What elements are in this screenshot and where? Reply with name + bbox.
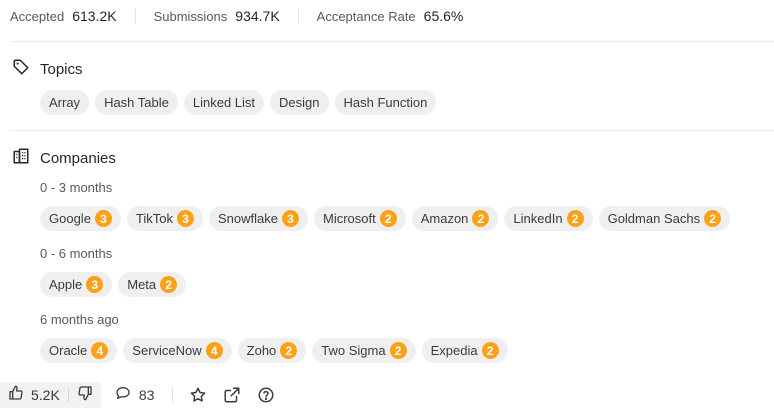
stat-label: Submissions [153,8,228,24]
vote-divider [67,388,69,402]
stat-label: Acceptance Rate [316,8,416,24]
company-name: Two Sigma [321,343,386,358]
help-icon[interactable] [257,386,275,404]
count-badge: 3 [94,210,112,227]
company-tag[interactable]: Snowflake 3 [209,206,308,231]
topic-tag[interactable]: Array [40,90,90,115]
topics-header[interactable]: Topics [12,58,83,81]
count-badge: 3 [177,210,194,227]
company-tags: Google 3 TikTok 3 Snowflake 3 Microsoft 2 Am… [40,206,731,231]
company-tag[interactable]: Goldman Sachs 2 [598,206,731,231]
comments-button[interactable]: 83 [115,385,155,406]
like-count: 5.2K [31,387,60,403]
comment-icon [115,385,131,406]
vote-box: 5.2K [0,382,101,408]
count-badge: 2 [389,342,407,359]
stat-separator [297,8,299,24]
company-tag[interactable]: Microsoft 2 [313,206,406,231]
company-tag[interactable]: TikTok 3 [126,206,203,231]
company-tags: Oracle 4 ServiceNow 4 Zoho 2 Two Sigma 2 Exp… [40,338,508,363]
topic-tags: Array Hash Table Linked List Design Hash… [40,90,437,115]
company-group-label: 0 - 6 months [40,246,113,261]
company-name: Meta [127,277,157,292]
company-name: Amazon [420,211,469,226]
count-badge: 2 [481,342,499,359]
problem-info-panel: Accepted 613.2K Submissions 934.7K Accep… [0,0,774,408]
count-badge: 2 [472,210,490,227]
divider [10,41,774,42]
divider [10,130,774,131]
tag-icon [12,58,30,81]
company-name: Oracle [49,343,88,358]
company-tags: Apple 3 Meta 2 [40,272,187,297]
thumbs-up-icon[interactable] [8,385,24,406]
company-name: LinkedIn [513,211,563,226]
topic-tag[interactable]: Design [270,90,329,115]
company-tag[interactable]: LinkedIn 2 [504,206,593,231]
company-tag[interactable]: Google 3 [40,206,121,231]
companies-header[interactable]: Companies [12,147,116,170]
company-tag[interactable]: Two Sigma 2 [312,338,416,363]
company-name: Microsoft [322,211,376,226]
company-name: Zoho [246,343,277,358]
stats-row: Accepted 613.2K Submissions 934.7K Accep… [10,6,463,26]
stat-value: 65.6% [423,8,464,24]
companies-title: Companies [40,150,116,167]
company-name: Expedia [430,343,478,358]
company-name: Google [49,211,91,226]
company-tag[interactable]: Meta 2 [118,272,187,297]
company-name: TikTok [135,211,173,226]
stat-separator [134,8,136,24]
count-badge: 4 [205,342,223,359]
comment-count: 83 [138,387,155,403]
count-badge: 2 [280,342,298,359]
company-group-label: 0 - 3 months [40,180,113,195]
company-tag[interactable]: Oracle 4 [40,338,118,363]
share-icon[interactable] [223,386,241,404]
topic-tag[interactable]: Hash Table [95,90,178,115]
topics-title: Topics [40,61,83,78]
company-tag[interactable]: ServiceNow 4 [123,338,232,363]
stat-value: 934.7K [235,8,280,24]
count-badge: 2 [704,210,722,227]
count-badge: 2 [160,276,178,293]
stat-label: Accepted [10,8,65,24]
company-tag[interactable]: Apple 3 [40,272,113,297]
stat-acceptance-rate: Acceptance Rate 65.6% [317,8,464,24]
company-name: Apple [49,277,83,292]
topic-tag[interactable]: Hash Function [334,90,437,115]
stat-accepted: Accepted 613.2K [10,8,117,24]
stat-value: 613.2K [72,8,117,24]
company-name: Snowflake [218,211,278,226]
star-icon[interactable] [189,386,207,404]
building-icon [12,147,30,170]
count-badge: 3 [86,276,104,293]
thumbs-down-icon[interactable] [77,385,93,406]
company-tag[interactable]: Zoho 2 [237,338,307,363]
company-tag[interactable]: Amazon 2 [411,206,499,231]
count-badge: 2 [566,210,584,227]
footer-separator [172,387,174,403]
company-name: ServiceNow [132,343,202,358]
company-name: Goldman Sachs [607,211,701,226]
company-group-label: 6 months ago [40,312,119,327]
count-badge: 2 [379,210,397,227]
company-tag[interactable]: Expedia 2 [421,338,508,363]
count-badge: 3 [281,210,299,227]
count-badge: 4 [91,342,109,359]
topic-tag[interactable]: Linked List [183,90,265,115]
stat-submissions: Submissions 934.7K [154,8,280,24]
action-bar: 5.2K 83 [0,382,275,408]
